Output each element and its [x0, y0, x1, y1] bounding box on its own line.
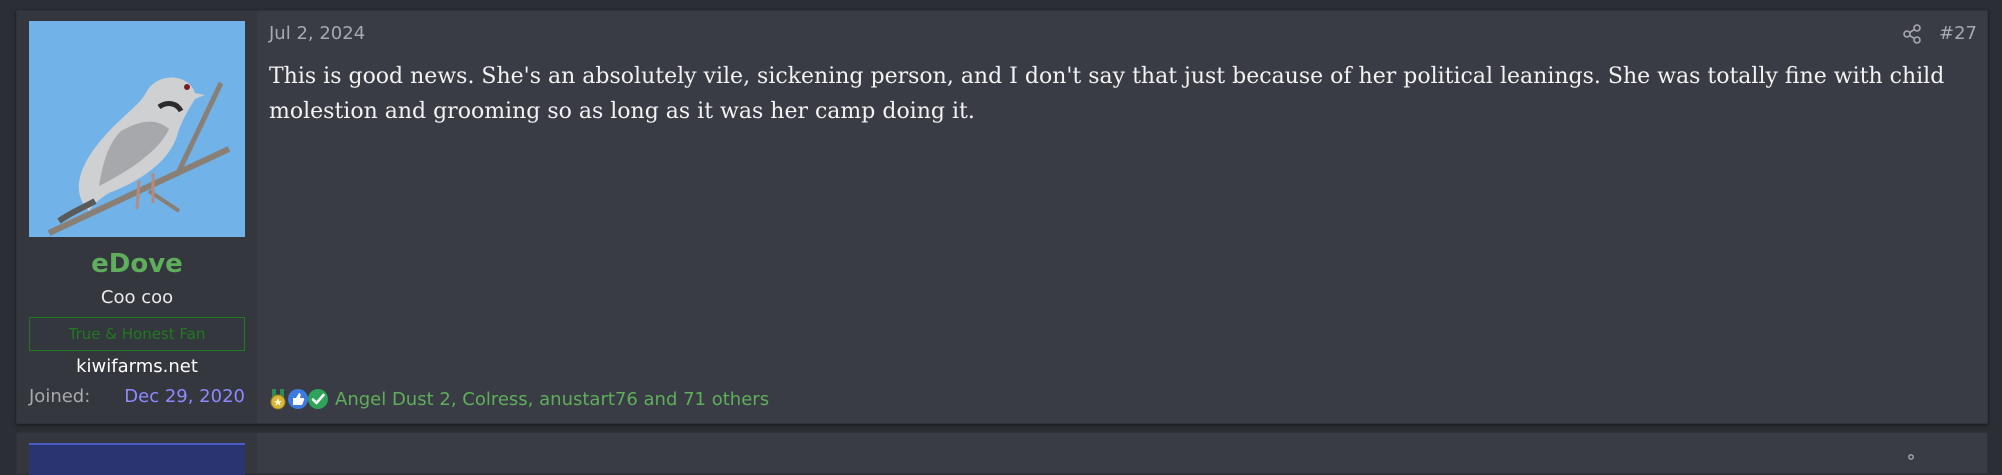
username[interactable]: eDove: [17, 249, 257, 279]
thumbs-up-icon: [287, 388, 309, 410]
user-banner: True & Honest Fan: [29, 317, 245, 351]
medal-icon: [267, 388, 289, 410]
avatar[interactable]: [29, 21, 245, 237]
share-icon[interactable]: [1901, 23, 1923, 45]
user-title: Coo coo: [100, 287, 174, 308]
reaction-users-link[interactable]: Angel Dust 2, Colress, anustart76 and 71…: [335, 389, 769, 410]
post-message: eDove Coo coo True & Honest Fan kiwifarm…: [16, 10, 1988, 424]
next-user-info-column: [17, 433, 257, 475]
reaction-icons: [267, 388, 329, 410]
reactions-bar[interactable]: Angel Dust 2, Colress, anustart76 and 71…: [267, 385, 769, 413]
user-info-column: eDove Coo coo True & Honest Fan kiwifarm…: [17, 11, 257, 423]
checkmark-icon: [307, 388, 329, 410]
next-share-icon[interactable]: [1901, 445, 1915, 460]
post-body: This is good news. She's an absolutely v…: [269, 64, 1945, 124]
next-post: [16, 432, 1988, 475]
joined-date: Dec 29, 2020: [124, 386, 245, 407]
joined-label: Joined:: [29, 386, 91, 407]
user-site: kiwifarms.net: [76, 356, 198, 377]
dove-avatar-image: [29, 21, 245, 237]
next-avatar[interactable]: [29, 443, 245, 475]
post-date[interactable]: Jul 2, 2024: [269, 23, 365, 44]
post-number[interactable]: #27: [1939, 23, 1977, 44]
